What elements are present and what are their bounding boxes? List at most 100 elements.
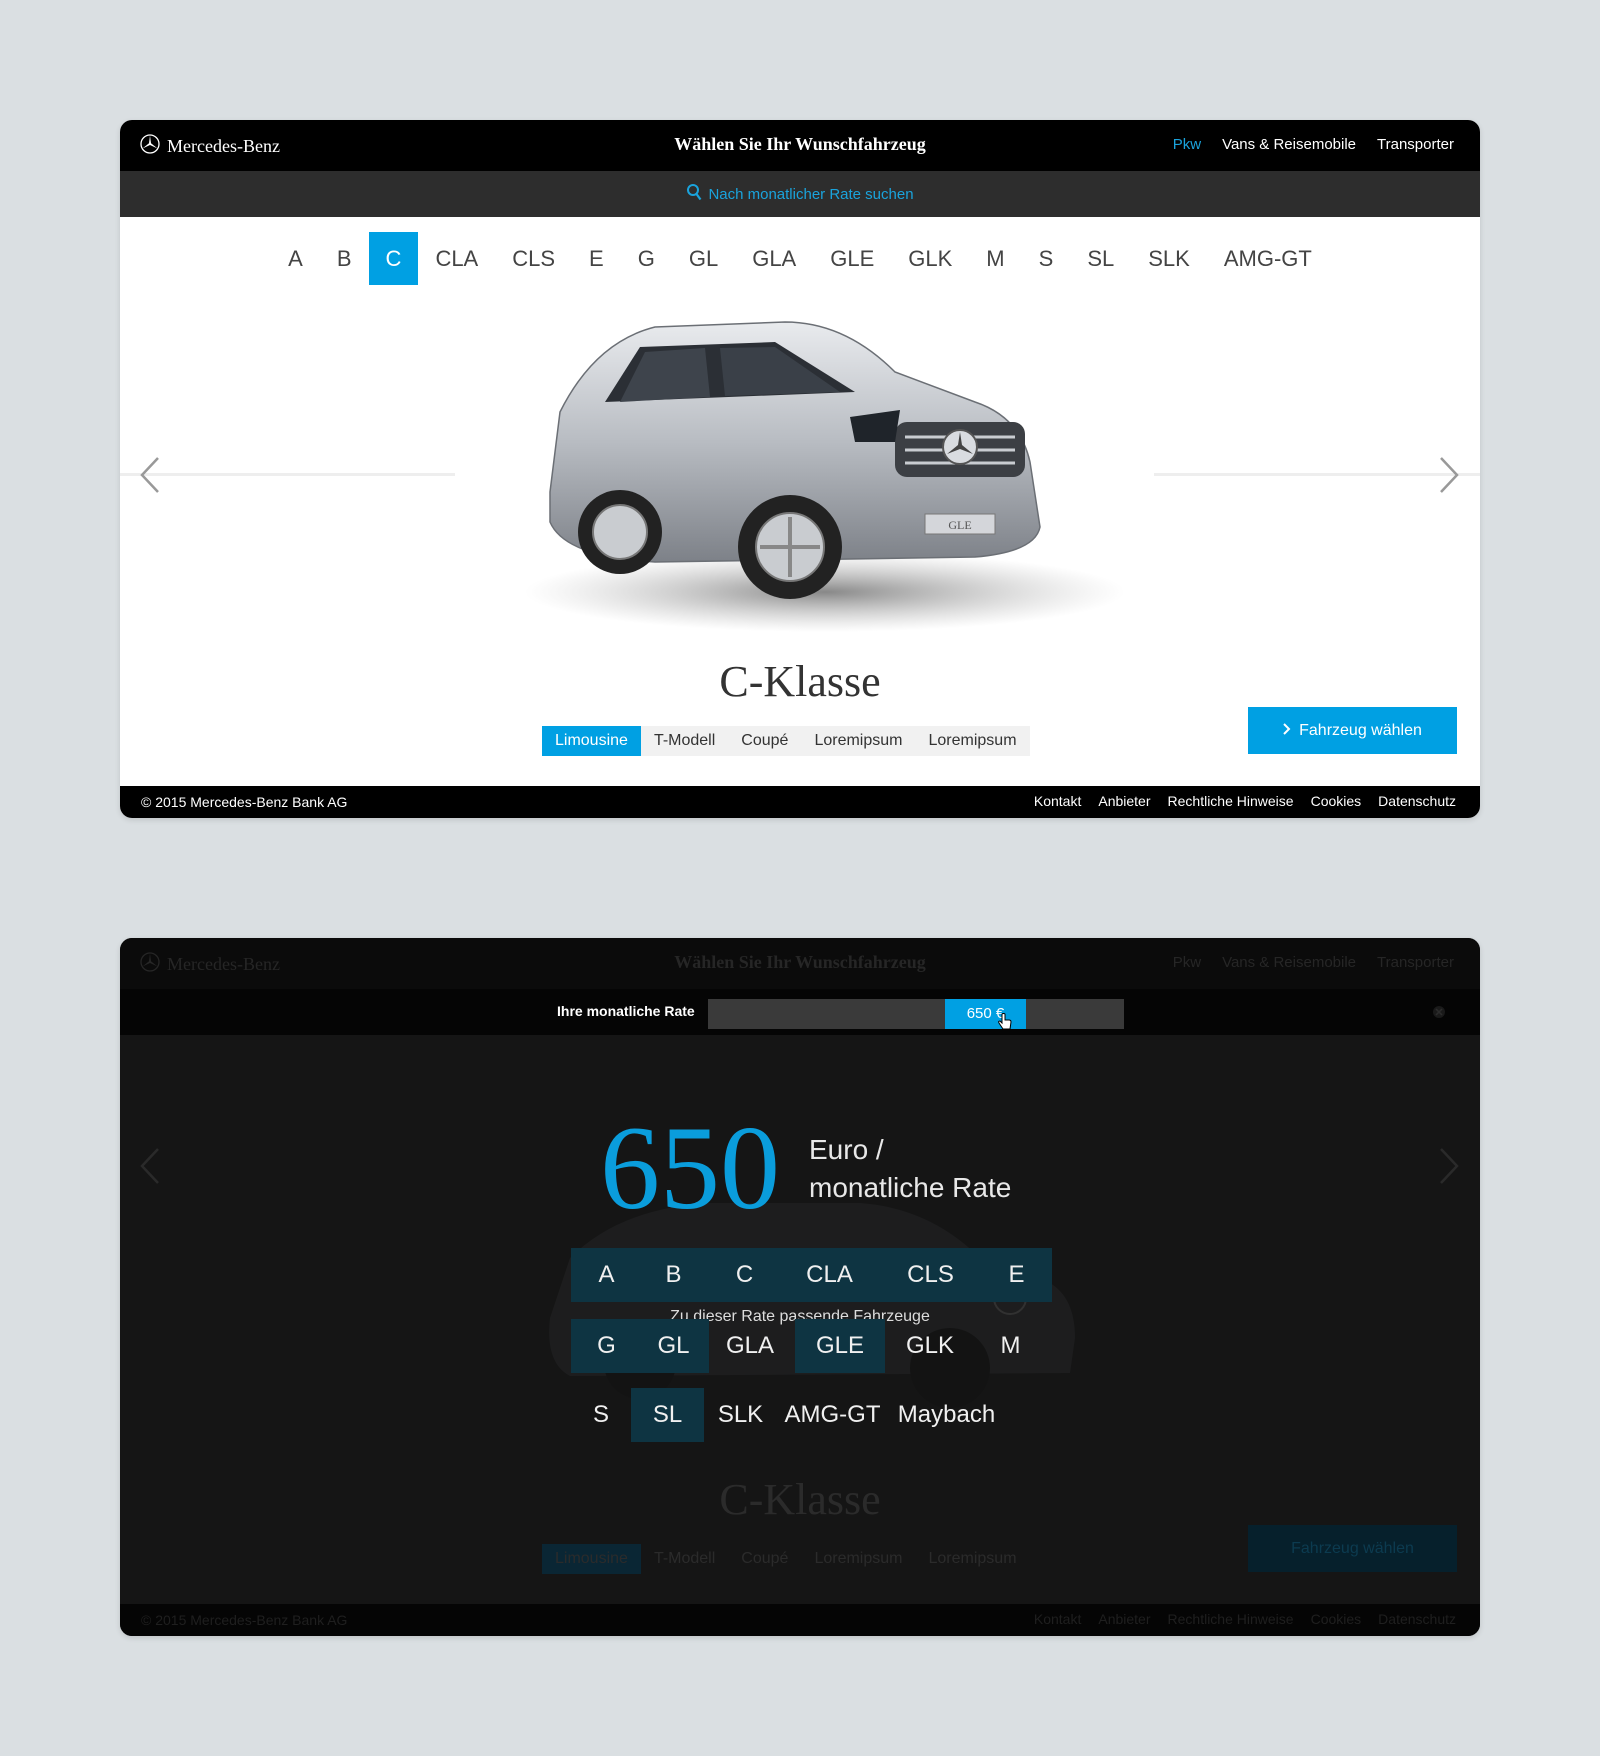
model-letter-m[interactable]: M	[969, 232, 1021, 285]
ghost-next-arrow-icon	[1437, 1146, 1461, 1191]
match-glk[interactable]: GLK	[885, 1319, 975, 1373]
dimmed-footer-link-cookies: Cookies	[1310, 1611, 1362, 1627]
match-b[interactable]: B	[638, 1248, 709, 1302]
ghost-choose-vehicle-button: Fahrzeug wählen	[1248, 1525, 1457, 1572]
hand-cursor-icon	[998, 1013, 1012, 1036]
match-gle[interactable]: GLE	[795, 1319, 885, 1373]
choose-vehicle-label: Fahrzeug wählen	[1299, 721, 1422, 739]
rate-unit-line-2: monatliche Rate	[809, 1172, 1012, 1203]
dimmed-footer-link-rechtliche-hinweise: Rechtliche Hinweise	[1167, 1611, 1294, 1627]
model-letter-gla[interactable]: GLA	[735, 232, 813, 285]
rate-search-link[interactable]: Nach monatlicher Rate suchen	[120, 171, 1480, 217]
body-type-tab-0[interactable]: Limousine	[542, 726, 641, 756]
nav-transporter[interactable]: Transporter	[1377, 136, 1454, 153]
dimmed-nav-pkw: Pkw	[1172, 954, 1202, 971]
model-letter-glk[interactable]: GLK	[891, 232, 969, 285]
match-slk[interactable]: SLK	[704, 1388, 777, 1442]
body-type-tab-4[interactable]: Loremipsum	[915, 726, 1029, 756]
ghost-body-type-tabs: Limousine T-Modell Coupé Loremipsum Lore…	[542, 1544, 1030, 1574]
ghost-car-class-title: C-Klasse	[719, 1475, 881, 1524]
car-image: GLE	[455, 292, 1155, 657]
close-icon[interactable]	[1432, 1005, 1446, 1024]
vehicle-selector-window: Mercedes-Benz Wählen Sie Ihr Wunschfahrz…	[120, 120, 1480, 818]
dimmed-top-nav: Pkw Vans & Reisemobile Transporter	[1173, 954, 1454, 971]
chevron-right-icon	[1283, 722, 1291, 740]
model-letter-gl[interactable]: GL	[672, 232, 735, 285]
body-type-tab-3[interactable]: Loremipsum	[801, 726, 915, 756]
match-amg-gt[interactable]: AMG-GT	[777, 1388, 888, 1442]
model-letter-e[interactable]: E	[572, 232, 621, 285]
match-gl[interactable]: GL	[638, 1319, 709, 1373]
nav-vans[interactable]: Vans & Reisemobile	[1222, 136, 1356, 153]
choose-vehicle-button[interactable]: Fahrzeug wählen	[1248, 707, 1457, 754]
match-sl[interactable]: SL	[631, 1388, 704, 1442]
copyright: © 2015 Mercedes-Benz Bank AG	[141, 794, 348, 810]
dimmed-top-bar: Mercedes-Benz Wählen Sie Ihr Wunschfahrz…	[120, 938, 1480, 989]
dimmed-footer-link-datenschutz: Datenschutz	[1378, 1611, 1456, 1627]
model-letter-sl[interactable]: SL	[1070, 232, 1131, 285]
footer-link-datenschutz[interactable]: Datenschutz	[1378, 793, 1456, 809]
model-letter-b[interactable]: B	[320, 232, 369, 285]
footer-link-kontakt[interactable]: Kontakt	[1034, 793, 1081, 809]
model-letter-amg-gt[interactable]: AMG-GT	[1207, 232, 1329, 285]
match-gla[interactable]: GLA	[705, 1319, 795, 1373]
rate-value: 650	[600, 1101, 780, 1234]
match-e[interactable]: E	[981, 1248, 1052, 1302]
match-maybach[interactable]: Maybach	[888, 1388, 1005, 1442]
top-nav: Pkw Vans & Reisemobile Transporter	[1173, 136, 1454, 153]
model-letter-cla[interactable]: CLA	[418, 232, 495, 285]
dimmed-footer-links: Kontakt Anbieter Rechtliche Hinweise Coo…	[1034, 1611, 1456, 1627]
match-m[interactable]: M	[975, 1319, 1046, 1373]
ghost-body-tab-4: Loremipsum	[928, 1550, 1017, 1567]
search-icon	[686, 183, 702, 205]
next-arrow-icon[interactable]	[1437, 455, 1461, 500]
match-g[interactable]: G	[571, 1319, 642, 1373]
rate-slider-handle[interactable]: 650 €	[945, 999, 1026, 1029]
rate-slider[interactable]: 650 €	[708, 999, 1124, 1030]
model-letter-gle[interactable]: GLE	[813, 232, 891, 285]
rate-search-overlay-window: Mercedes-Benz Wählen Sie Ihr Wunschfahrz…	[120, 938, 1480, 1636]
dimmed-nav-vans: Vans & Reisemobile	[1222, 954, 1357, 971]
footer-link-cookies[interactable]: Cookies	[1311, 793, 1362, 809]
body-type-tab-1[interactable]: T-Modell	[641, 726, 728, 756]
model-letter-nav: A B C CLA CLS E G GL GLA GLE GLK M S SL SLK AMG-GT	[120, 232, 1480, 285]
model-letter-slk[interactable]: SLK	[1131, 232, 1207, 285]
model-letter-a[interactable]: A	[271, 232, 320, 285]
dimmed-footer-link-kontakt: Kontakt	[1033, 1611, 1082, 1627]
dimmed-nav-transporter: Transporter	[1377, 954, 1454, 971]
match-s[interactable]: S	[571, 1388, 631, 1442]
rate-label: Ihre monatliche Rate	[557, 1003, 695, 1019]
footer: © 2015 Mercedes-Benz Bank AG Kontakt Anb…	[120, 786, 1480, 818]
dimmed-footer: © 2015 Mercedes-Benz Bank AG Kontakt Anb…	[120, 1604, 1480, 1636]
plate-text: GLE	[948, 518, 971, 532]
ghost-prev-arrow-icon	[138, 1146, 162, 1191]
model-letter-s[interactable]: S	[1022, 232, 1071, 285]
carousel-band-left	[120, 473, 455, 476]
dimmed-footer-link-anbieter: Anbieter	[1098, 1611, 1151, 1627]
model-letter-g[interactable]: G	[621, 232, 672, 285]
match-cls[interactable]: CLS	[880, 1248, 981, 1302]
ghost-body-tab-2: Coupé	[741, 1550, 789, 1567]
match-c[interactable]: C	[709, 1248, 780, 1302]
top-bar: Mercedes-Benz Wählen Sie Ihr Wunschfahrz…	[120, 120, 1480, 171]
match-a[interactable]: A	[571, 1248, 642, 1302]
carousel-band-right	[1154, 473, 1480, 476]
rate-search-label: Nach monatlicher Rate suchen	[708, 185, 914, 203]
ghost-body-tab-0: Limousine	[542, 1544, 641, 1574]
dimmed-copyright: © 2015 Mercedes-Benz Bank AG	[141, 1612, 348, 1628]
footer-links: Kontakt Anbieter Rechtliche Hinweise Coo…	[1034, 793, 1456, 809]
match-cla[interactable]: CLA	[779, 1248, 880, 1302]
rate-unit-line-1: Euro /	[809, 1134, 884, 1165]
ghost-body-tab-3: Loremipsum	[814, 1550, 903, 1567]
car-class-title: C-Klasse	[719, 657, 881, 706]
prev-arrow-icon[interactable]	[138, 455, 162, 500]
footer-link-rechtliche-hinweise[interactable]: Rechtliche Hinweise	[1168, 793, 1294, 809]
rate-unit: Euro / monatliche Rate	[809, 1131, 1011, 1207]
model-letter-cls[interactable]: CLS	[495, 232, 572, 285]
footer-link-anbieter[interactable]: Anbieter	[1098, 793, 1150, 809]
nav-pkw[interactable]: Pkw	[1173, 136, 1201, 153]
body-type-tab-2[interactable]: Coupé	[728, 726, 801, 756]
ghost-body-tab-1: T-Modell	[653, 1550, 716, 1567]
model-letter-c[interactable]: C	[368, 232, 419, 285]
rate-slider-bar: Ihre monatliche Rate 650 €	[120, 989, 1480, 1035]
